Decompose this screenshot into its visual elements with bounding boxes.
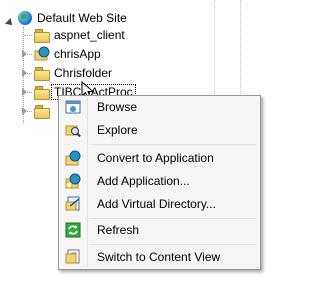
folder-icon [34, 27, 50, 43]
menu-separator [89, 218, 256, 219]
tree-item-chrisapp[interactable]: chrisApp [22, 45, 101, 63]
tree-item-label: aspnet_client [54, 28, 125, 42]
menu-item-label: Browse [97, 100, 138, 114]
refresh-icon [65, 222, 81, 238]
menu-item-refresh[interactable]: Refresh [61, 220, 258, 240]
menu-item-label: Refresh [97, 223, 140, 237]
menu-item-label: Switch to Content View [97, 250, 221, 264]
tree-item-chrisfolder[interactable]: Chrisfolder [22, 64, 112, 82]
tree-item-default-web-site[interactable]: Default Web Site [0, 9, 200, 28]
convert-application-icon [65, 150, 81, 166]
folder-icon [34, 84, 50, 100]
tree-item-partial[interactable] [22, 102, 54, 120]
menu-item-add-virtual-directory[interactable]: Add Virtual Directory... [61, 194, 258, 214]
menu-item-switch-to-content-view[interactable]: Switch to Content View [61, 247, 258, 267]
application-icon [34, 46, 50, 62]
menu-item-label: Add Virtual Directory... [97, 197, 216, 211]
browse-icon [65, 100, 81, 114]
explore-icon [65, 125, 81, 138]
menu-item-label: Explore [97, 123, 138, 137]
tree-item-label: chrisApp [54, 47, 101, 61]
menu-item-add-application[interactable]: Add Application... [61, 171, 258, 191]
menu-item-convert-to-application[interactable]: Convert to Application [61, 148, 258, 168]
menu-item-explore[interactable]: Explore [61, 120, 258, 140]
menu-separator [89, 144, 256, 145]
collapse-arrow-icon[interactable] [5, 18, 15, 28]
tree-item-label: Chrisfolder [54, 66, 113, 80]
add-application-icon [65, 173, 81, 189]
expand-arrow-icon[interactable] [22, 107, 27, 115]
add-virtual-directory-icon [65, 196, 80, 211]
expand-arrow-icon[interactable] [22, 69, 27, 77]
tree-item-aspnet-client[interactable]: aspnet_client [34, 26, 125, 44]
content-view-icon [65, 249, 80, 264]
tree-connector [24, 35, 32, 36]
folder-icon [34, 65, 50, 81]
menu-item-label: Add Application... [97, 174, 190, 188]
menu-item-label: Convert to Application [97, 151, 214, 165]
tree-item-label: Default Web Site [37, 11, 127, 25]
expand-arrow-icon[interactable] [22, 88, 27, 96]
expand-arrow-icon[interactable] [22, 50, 27, 58]
menu-item-browse[interactable]: Browse [61, 97, 258, 117]
folder-icon [34, 103, 50, 119]
globe-icon [17, 10, 33, 26]
menu-separator [89, 244, 256, 245]
context-menu: Browse Explore Convert to Application Ad… [58, 95, 261, 270]
